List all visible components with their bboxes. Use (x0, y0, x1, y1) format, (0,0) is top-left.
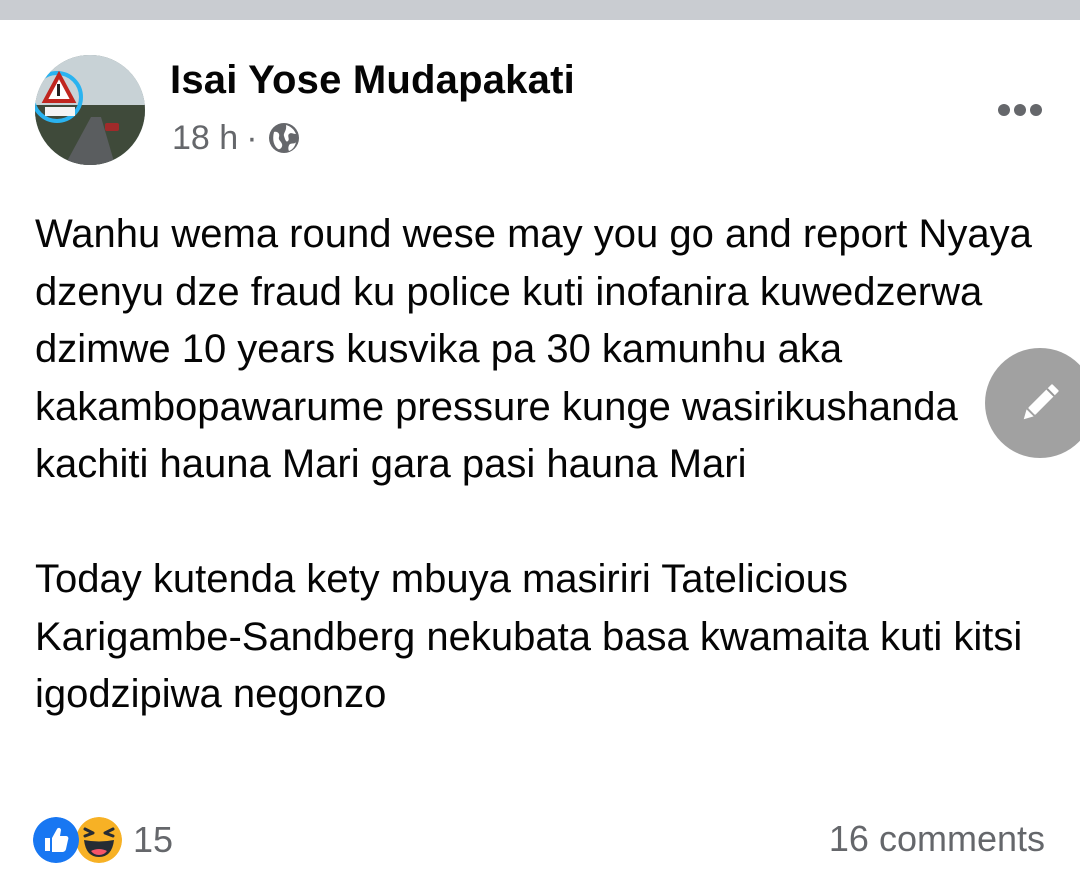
avatar-image (35, 55, 145, 165)
post-time[interactable]: 18 h (172, 119, 238, 158)
more-options-button[interactable] (990, 95, 1050, 125)
haha-icon (73, 814, 125, 866)
comments-count-link[interactable]: 16 comments (829, 818, 1045, 860)
post-author-name[interactable]: Isai Yose Mudapakati (170, 58, 575, 103)
more-dot-icon (1030, 104, 1042, 116)
pencil-icon (1023, 384, 1059, 420)
meta-separator: · (246, 118, 258, 157)
more-dot-icon (1014, 104, 1026, 116)
reaction-count: 15 (133, 819, 174, 860)
post-meta: 18 h · (172, 118, 300, 158)
top-divider-bar (0, 0, 1080, 20)
like-icon (33, 817, 79, 863)
avatar[interactable] (35, 55, 145, 165)
more-dot-icon (998, 104, 1010, 116)
post-body: Wanhu wema round wese may you go and rep… (35, 206, 1045, 724)
globe-icon (268, 122, 300, 154)
post-paragraph: Wanhu wema round wese may you go and rep… (35, 212, 1032, 486)
post-paragraph: Today kutenda kety mbuya masiriri Tateli… (35, 557, 1023, 716)
reactions-summary[interactable]: 15 (33, 814, 174, 866)
